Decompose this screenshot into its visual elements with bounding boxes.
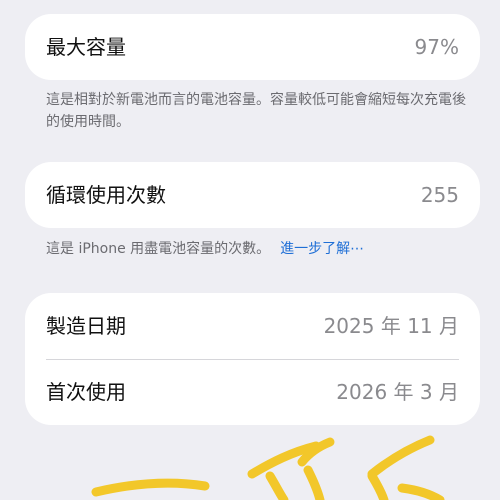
yellow-scribble-drawing bbox=[91, 435, 445, 500]
